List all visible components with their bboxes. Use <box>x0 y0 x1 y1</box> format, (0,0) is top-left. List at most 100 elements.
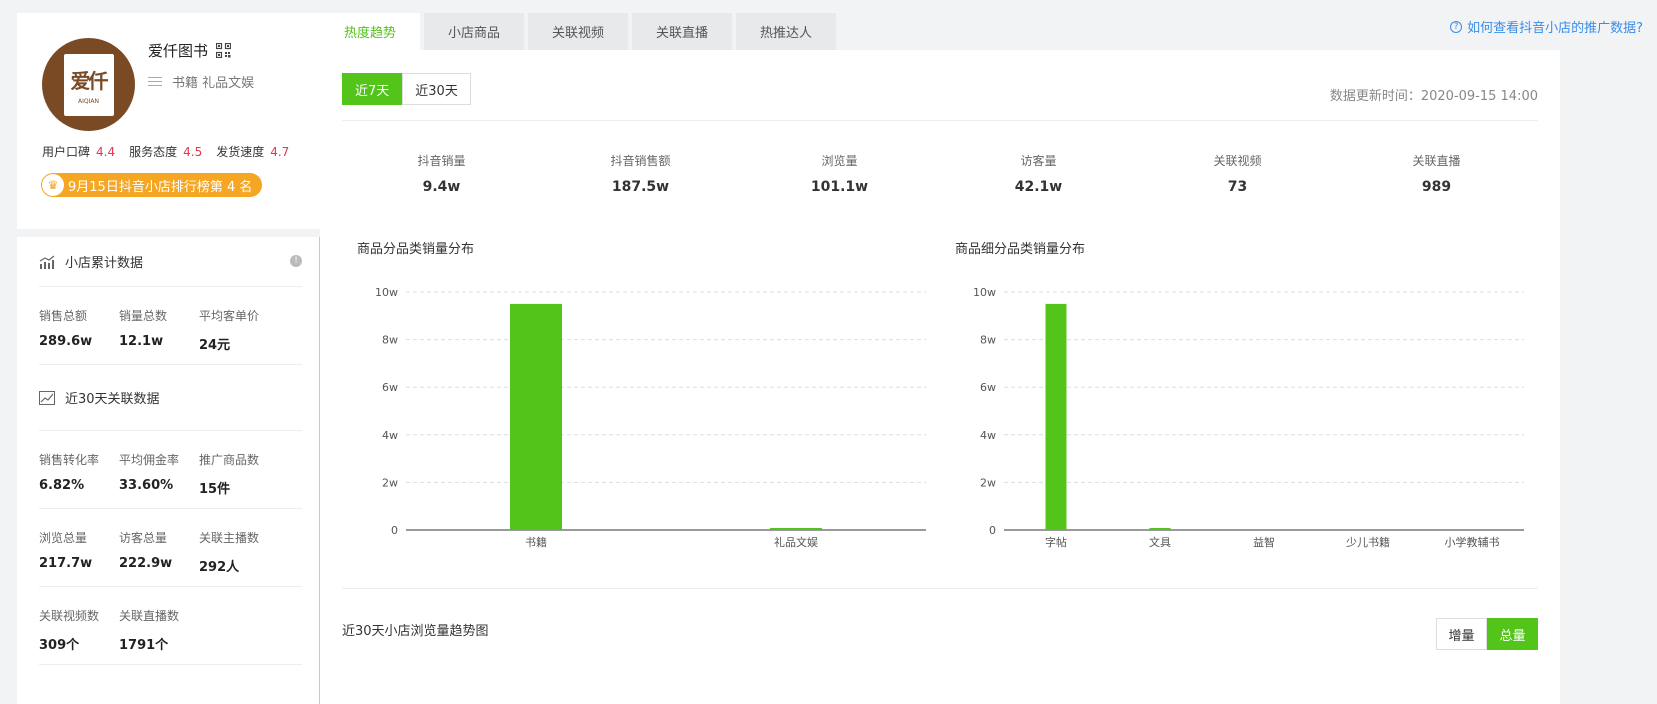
stat-item: 平均客单价 24元 <box>199 307 279 364</box>
stat-label: 推广商品数 <box>199 453 260 467</box>
x-tick-label: 字帖 <box>1045 535 1067 549</box>
stat-value: 6.82% <box>39 478 85 493</box>
tab-hot-promoters[interactable]: 热推达人 <box>736 13 836 50</box>
y-tick-label: 2w <box>382 476 398 489</box>
shop-name-row: 爱仟图书 <box>148 40 232 61</box>
kpi-value: 9.4w <box>422 179 461 195</box>
y-tick-label: 8w <box>980 334 996 347</box>
kpi-row: 抖音销量 9.4w 抖音销售额 187.5w 浏览量 101.1w 访客量 42.1w … <box>342 152 1538 195</box>
kpi-value: 187.5w <box>611 179 670 195</box>
help-link-text: 如何查看抖音小店的推广数据? <box>1467 21 1643 36</box>
tab-shop-products[interactable]: 小店商品 <box>424 13 524 50</box>
stat-item: 关联主播数 292人 <box>199 529 279 586</box>
avatar-logo-text: 爱仟 <box>70 68 109 93</box>
kpi-label: 抖音销售额 <box>610 154 671 168</box>
stat-value: 24元 <box>199 338 231 353</box>
help-link[interactable]: ? 如何查看抖音小店的推广数据? <box>1450 17 1643 36</box>
bar-chart-icon <box>39 255 55 269</box>
score-label: 服务态度 <box>129 145 178 159</box>
cumulative-stats-row: 销售总额 289.6w 销量总数 12.1w 平均客单价 24元 <box>39 287 302 365</box>
total-button[interactable]: 总量 <box>1487 618 1538 650</box>
related30-section-header: 近30天关联数据 <box>39 365 302 431</box>
divider <box>342 588 1538 589</box>
question-icon: ? <box>1450 20 1463 33</box>
score-label: 发货速度 <box>216 145 265 159</box>
range-7days-button[interactable]: 近7天 <box>342 73 403 105</box>
score-value: 4.5 <box>183 145 203 159</box>
bar <box>770 528 822 530</box>
stat-label: 关联主播数 <box>199 531 260 545</box>
y-tick-label: 6w <box>980 381 996 394</box>
rank-badge[interactable]: ♛ 9月15日抖音小店排行榜第 4 名 <box>41 173 263 197</box>
kpi-item: 访客量 42.1w <box>939 152 1138 195</box>
data-updated-time: 数据更新时间：2020-09-15 14:00 <box>1329 89 1538 104</box>
y-tick-label: 10w <box>973 286 996 299</box>
stat-label: 关联视频数 <box>39 609 100 623</box>
category-list-icon <box>148 76 162 87</box>
score-value: 4.7 <box>270 145 290 159</box>
y-tick-label: 6w <box>382 381 398 394</box>
avatar-logo-subtext: AIQIAN <box>78 97 99 105</box>
rank-badge-text: 9月15日抖音小店排行榜第 4 名 <box>68 179 253 195</box>
info-icon[interactable]: ! <box>290 255 302 267</box>
kpi-label: 访客量 <box>1020 154 1057 168</box>
kpi-label: 关联视频 <box>1213 154 1262 168</box>
y-tick-label: 2w <box>980 476 996 489</box>
stat-label: 平均客单价 <box>199 309 260 323</box>
stat-value: 33.60% <box>119 478 174 493</box>
x-tick-label: 书籍 <box>525 535 547 549</box>
stat-value: 289.6w <box>39 334 93 349</box>
x-tick-label: 小学教辅书 <box>1445 535 1500 549</box>
qrcode-icon[interactable] <box>216 43 232 58</box>
avatar-logo: 爱仟 AIQIAN <box>63 53 114 116</box>
stat-item: 销售转化率 6.82% <box>39 451 119 508</box>
tab-heat-trend[interactable]: 热度趋势 <box>320 13 420 50</box>
related30-section-title: 近30天关联数据 <box>65 392 160 407</box>
shop-scores: 用户口碑 4.4 服务态度 4.5 发货速度 4.7 <box>42 143 289 160</box>
x-tick-label: 益智 <box>1253 535 1275 549</box>
stat-value: 222.9w <box>119 556 173 571</box>
kpi-label: 抖音销量 <box>417 154 466 168</box>
stat-item: 关联视频数 309个 <box>39 607 119 664</box>
score-label: 用户口碑 <box>42 145 91 159</box>
shop-profile-card: 爱仟 AIQIAN 爱仟图书 书籍 礼品文娱 用户口碑 4.4 服务态度 4.5… <box>17 13 322 229</box>
stat-value: 292人 <box>199 560 240 575</box>
kpi-value: 73 <box>1227 179 1248 195</box>
stat-item: 销售总额 289.6w <box>39 307 119 364</box>
stat-label: 平均佣金率 <box>119 453 180 467</box>
shop-sidebar: 爱仟 AIQIAN 爱仟图书 书籍 礼品文娱 用户口碑 4.4 服务态度 4.5… <box>17 13 323 704</box>
divider <box>342 120 1538 121</box>
related30-stats-row: 关联视频数 309个 关联直播数 1791个 <box>39 587 302 665</box>
kpi-item: 浏览量 101.1w <box>740 152 939 195</box>
subcategory-chart-title: 商品细分品类销量分布 <box>955 242 1086 257</box>
y-tick-label: 0 <box>989 524 996 537</box>
y-tick-label: 8w <box>382 334 398 347</box>
shop-avatar: 爱仟 AIQIAN <box>42 38 135 131</box>
kpi-item: 关联视频 73 <box>1138 152 1337 195</box>
cumulative-section-title: 小店累计数据 <box>65 256 144 271</box>
kpi-label: 浏览量 <box>821 154 858 168</box>
kpi-item: 关联直播 989 <box>1337 152 1536 195</box>
range-30days-button[interactable]: 近30天 <box>402 73 471 105</box>
bar <box>510 303 562 530</box>
shop-name: 爱仟图书 <box>148 42 209 60</box>
related30-stats-row: 销售转化率 6.82% 平均佣金率 33.60% 推广商品数 15件 <box>39 431 302 509</box>
increment-button[interactable]: 增量 <box>1436 618 1487 650</box>
stat-label: 关联直播数 <box>119 609 180 623</box>
stat-label: 浏览总量 <box>39 531 88 545</box>
stat-label: 销售转化率 <box>39 453 100 467</box>
score-item: 服务态度 4.5 <box>129 143 202 160</box>
x-tick-label: 文具 <box>1149 535 1171 549</box>
stat-value: 217.7w <box>39 556 93 571</box>
stat-item: 平均佣金率 33.60% <box>119 451 199 508</box>
y-tick-label: 0 <box>391 524 398 537</box>
score-value: 4.4 <box>96 145 116 159</box>
main-content: 近7天 近30天 数据更新时间：2020-09-15 14:00 抖音销量 9.4… <box>320 50 1560 704</box>
tab-related-videos[interactable]: 关联视频 <box>528 13 628 50</box>
kpi-value: 989 <box>1421 179 1452 195</box>
stat-item: 关联直播数 1791个 <box>119 607 199 664</box>
tab-related-live[interactable]: 关联直播 <box>632 13 732 50</box>
x-tick-label: 礼品文娱 <box>774 535 818 549</box>
stat-item: 推广商品数 15件 <box>199 451 279 508</box>
y-tick-label: 4w <box>980 429 996 442</box>
